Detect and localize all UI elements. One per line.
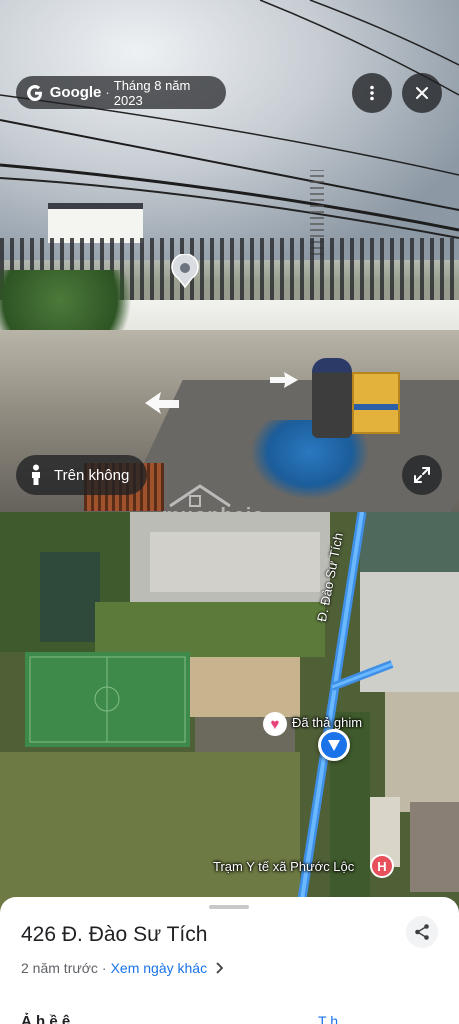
pegman-icon (32, 464, 40, 485)
satellite-map[interactable] (0, 512, 459, 912)
imagery-age: 2 năm trước (21, 960, 98, 976)
separator: · (105, 85, 110, 100)
nav-arrow-right-icon[interactable] (268, 371, 300, 389)
google-g-icon (26, 83, 45, 103)
drag-handle[interactable] (209, 905, 249, 909)
street-view-panorama[interactable]: Google · Tháng 8 năm 2023 Trên không (0, 0, 459, 512)
more-options-button[interactable] (352, 73, 392, 113)
close-button[interactable] (402, 73, 442, 113)
flower-hedge (0, 270, 150, 330)
chevron-right-icon[interactable] (215, 962, 224, 974)
address-title: 426 Đ. Đào Sư Tích (21, 923, 208, 946)
section-heading-peek: Ả h ề ê (21, 1013, 71, 1024)
expand-icon (414, 467, 430, 483)
fullscreen-button[interactable] (402, 455, 442, 495)
other-dates-link[interactable]: Xem ngày khác (111, 960, 208, 976)
imagery-meta: 2 năm trước · Xem ngày khác (21, 960, 224, 976)
saved-pin-label: Đã thả ghim (292, 715, 363, 730)
brand-label: Google (49, 84, 102, 101)
overview-toggle-button[interactable]: Trên không (16, 455, 147, 495)
imagery-info-chip[interactable]: Google · Tháng 8 năm 2023 (16, 76, 226, 109)
rider (312, 358, 352, 438)
share-icon (415, 924, 429, 940)
place-bottom-sheet[interactable]: 426 Đ. Đào Sư Tích 2 năm trước · Xem ngà… (0, 897, 459, 1024)
close-icon (416, 87, 428, 99)
cargo-box (352, 372, 400, 434)
meta-separator: · (101, 960, 107, 976)
house (48, 203, 143, 243)
nav-arrow-left-icon[interactable] (143, 390, 181, 416)
capture-date: Tháng 8 năm 2023 (113, 77, 191, 108)
section-action-peek[interactable]: T h (318, 1013, 338, 1024)
overview-label: Trên không (54, 466, 130, 484)
poi-label: Trạm Y tế xã Phước Lộc (213, 859, 355, 874)
saved-pin-icon[interactable]: ♥ (263, 712, 287, 736)
satellite-imagery (0, 512, 459, 912)
place-pin-icon[interactable] (169, 254, 201, 288)
current-view-marker[interactable] (318, 729, 350, 761)
more-vert-icon (370, 85, 374, 101)
direction-arrow-icon (328, 740, 340, 751)
share-button[interactable] (406, 916, 438, 948)
hospital-icon[interactable]: H (370, 854, 394, 878)
